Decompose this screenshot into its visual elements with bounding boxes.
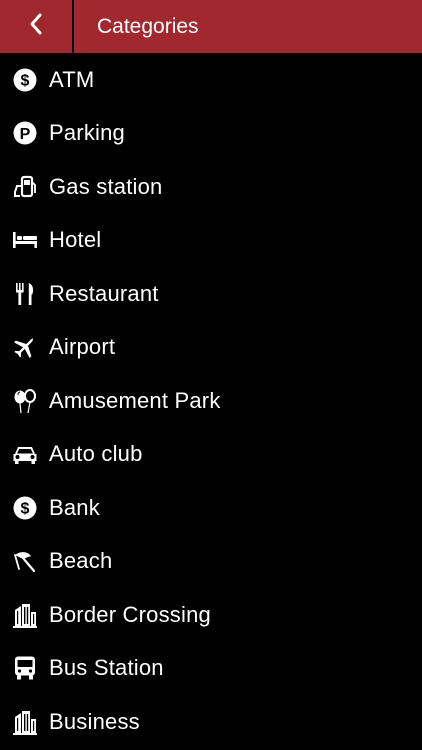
dollar-circle-icon: $ — [12, 67, 38, 93]
category-item-airport[interactable]: Airport — [0, 321, 422, 375]
category-label: Parking — [49, 120, 125, 146]
category-label: Bank — [49, 494, 100, 520]
category-item-bus-station[interactable]: Bus Station — [0, 642, 422, 696]
page-title: Categories — [97, 15, 199, 38]
gas-pump-icon — [12, 174, 38, 200]
category-item-restaurant[interactable]: Restaurant — [0, 267, 422, 321]
category-label: Airport — [49, 334, 116, 360]
fork-knife-icon — [12, 281, 38, 307]
category-item-bank[interactable]: $ Bank — [0, 481, 422, 535]
back-button[interactable] — [0, 0, 72, 53]
category-item-business[interactable]: Business — [0, 695, 422, 749]
svg-text:P: P — [20, 126, 31, 143]
category-item-beach[interactable]: Beach — [0, 535, 422, 589]
category-label: Auto club — [49, 441, 143, 467]
category-item-auto-club[interactable]: Auto club — [0, 428, 422, 482]
building-icon — [12, 709, 38, 735]
categories-screen: Categories $ ATM P Parking Gas station H… — [0, 0, 422, 750]
category-item-parking[interactable]: P Parking — [0, 107, 422, 161]
car-icon — [12, 441, 38, 467]
svg-text:$: $ — [21, 72, 30, 89]
airplane-icon — [12, 334, 38, 360]
svg-text:$: $ — [21, 500, 30, 517]
category-label: Bus Station — [49, 655, 164, 681]
header-bar: Categories — [0, 0, 422, 53]
beach-umbrella-icon — [12, 548, 38, 574]
bus-icon — [12, 655, 38, 681]
dollar-circle-icon: $ — [12, 495, 38, 521]
category-label: Business — [49, 708, 140, 734]
category-item-atm[interactable]: $ ATM — [0, 53, 422, 107]
category-label: Border Crossing — [49, 601, 211, 627]
bed-icon — [12, 227, 38, 253]
category-label: Gas station — [49, 173, 163, 199]
category-label: ATM — [49, 66, 95, 92]
category-item-amusement-park[interactable]: Amusement Park — [0, 374, 422, 428]
category-label: Beach — [49, 548, 113, 574]
category-item-hotel[interactable]: Hotel — [0, 214, 422, 268]
category-item-border-crossing[interactable]: Border Crossing — [0, 588, 422, 642]
chevron-left-icon — [28, 12, 44, 41]
category-item-gas-station[interactable]: Gas station — [0, 160, 422, 214]
parking-icon: P — [12, 120, 38, 146]
building-icon — [12, 602, 38, 628]
category-label: Hotel — [49, 227, 102, 253]
balloons-icon — [12, 388, 38, 414]
category-list: $ ATM P Parking Gas station Hotel Restau… — [0, 53, 422, 749]
category-label: Amusement Park — [49, 387, 221, 413]
category-label: Restaurant — [49, 280, 159, 306]
header-divider — [72, 0, 74, 53]
